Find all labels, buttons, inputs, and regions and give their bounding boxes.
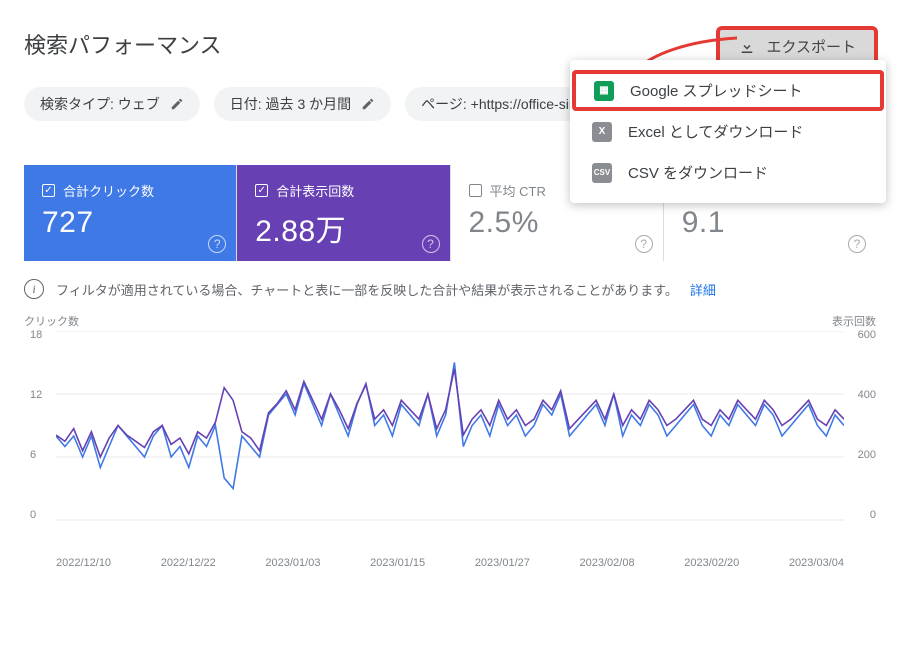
card-label: 平均 CTR [490, 181, 546, 200]
filter-search-type[interactable]: 検索タイプ: ウェブ [24, 87, 200, 121]
y-tick: 12 [30, 389, 42, 401]
info-icon: i [24, 279, 44, 299]
notice-link[interactable]: 詳細 [690, 280, 716, 299]
series-left [56, 363, 844, 489]
x-tick: 2023/02/08 [580, 557, 635, 569]
card-value: 9.1 [682, 206, 858, 240]
help-icon[interactable]: ? [635, 235, 653, 253]
y-tick: 6 [30, 449, 36, 461]
download-icon [738, 38, 756, 56]
notice-text: フィルタが適用されている場合、チャートと表に一部を反映した合計や結果が表示される… [56, 280, 678, 299]
help-icon[interactable]: ? [422, 235, 440, 253]
card-label: 合計クリック数 [63, 181, 154, 200]
card-clicks[interactable]: 合計クリック数 727 ? [24, 165, 236, 261]
pencil-icon [170, 97, 184, 111]
checkbox-icon [42, 184, 55, 197]
csv-icon: CSV [592, 163, 612, 183]
card-value: 727 [42, 206, 218, 240]
card-value: 2.88万 [255, 206, 431, 250]
card-label: 合計表示回数 [276, 181, 354, 200]
chip-label: 日付: 過去 3 か月間 [230, 94, 351, 114]
page-title: 検索パフォーマンス [24, 28, 718, 60]
x-tick: 2022/12/10 [56, 557, 111, 569]
x-tick: 2023/01/27 [475, 557, 530, 569]
help-icon[interactable]: ? [208, 235, 226, 253]
x-tick: 2023/03/04 [789, 557, 844, 569]
filter-date[interactable]: 日付: 過去 3 か月間 [214, 87, 391, 121]
menu-label: CSV をダウンロード [628, 162, 768, 183]
menu-label: Excel としてダウンロード [628, 121, 803, 142]
y-axis-left-label: クリック数 [24, 313, 79, 329]
help-icon[interactable]: ? [848, 235, 866, 253]
export-google-sheets[interactable]: ▦ Google スプレッドシート [572, 70, 884, 111]
menu-label: Google スプレッドシート [630, 80, 803, 101]
y-tick: 600 [858, 329, 876, 341]
y-tick: 400 [858, 389, 876, 401]
x-tick: 2023/02/20 [684, 557, 739, 569]
export-menu: ▦ Google スプレッドシート X Excel としてダウンロード CSV … [570, 60, 886, 203]
chip-label: 検索タイプ: ウェブ [40, 94, 160, 114]
filter-notice: i フィルタが適用されている場合、チャートと表に一部を反映した合計や結果が表示さ… [24, 279, 876, 299]
checkbox-icon [255, 184, 268, 197]
chip-label: ページ: +https://office-since [421, 94, 591, 114]
export-excel[interactable]: X Excel としてダウンロード [570, 111, 886, 152]
x-tick: 2023/01/03 [265, 557, 320, 569]
x-tick: 2023/01/15 [370, 557, 425, 569]
y-tick: 200 [858, 449, 876, 461]
performance-chart: クリック数 表示回数 18 12 6 0 600 400 200 0 2022/… [24, 331, 876, 581]
checkbox-icon [469, 184, 482, 197]
y-tick: 18 [30, 329, 42, 341]
chart-canvas [56, 331, 844, 521]
card-value: 2.5% [469, 206, 645, 240]
y-tick: 0 [870, 509, 876, 521]
x-tick: 2022/12/22 [161, 557, 216, 569]
sheets-icon: ▦ [594, 81, 614, 101]
pencil-icon [361, 97, 375, 111]
export-csv[interactable]: CSV CSV をダウンロード [570, 152, 886, 193]
card-impressions[interactable]: 合計表示回数 2.88万 ? [237, 165, 449, 261]
y-axis-right-label: 表示回数 [832, 313, 876, 329]
export-label: エクスポート [766, 36, 856, 57]
x-axis-ticks: 2022/12/10 2022/12/22 2023/01/03 2023/01/15… [56, 557, 844, 569]
series-right [56, 369, 844, 457]
y-tick: 0 [30, 509, 36, 521]
excel-icon: X [592, 122, 612, 142]
